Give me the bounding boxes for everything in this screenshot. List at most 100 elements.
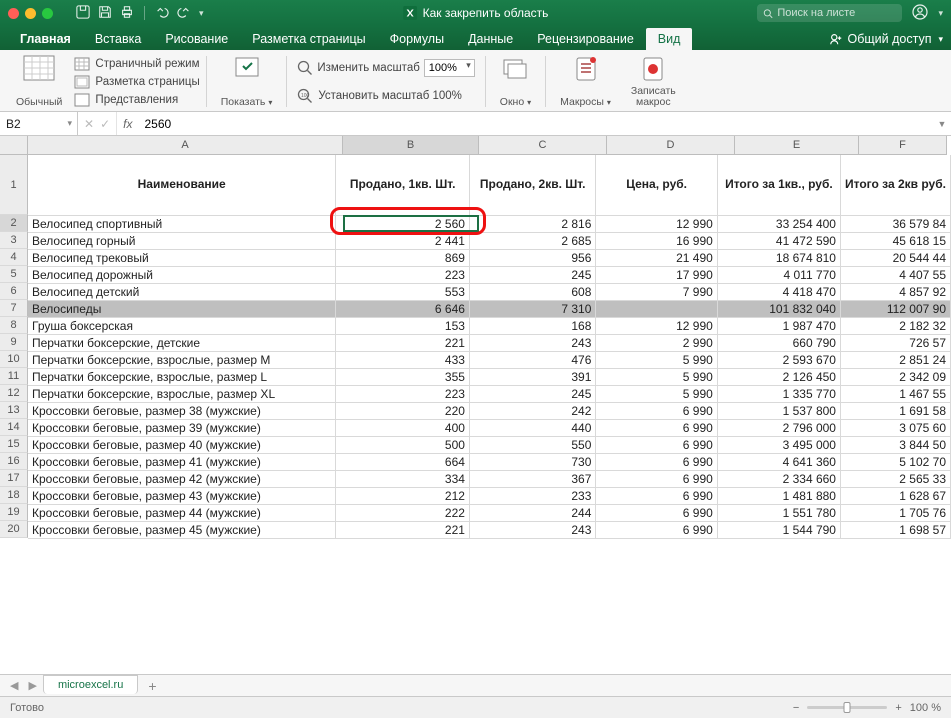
cell[interactable]: 476: [469, 351, 595, 368]
cell[interactable]: 220: [336, 402, 470, 419]
cell[interactable]: 1 467 55: [840, 385, 950, 402]
tab-page-layout[interactable]: Разметка страницы: [240, 28, 377, 50]
tab-draw[interactable]: Рисование: [153, 28, 240, 50]
show-dropdown[interactable]: Показать ▾: [213, 54, 281, 109]
tab-data[interactable]: Данные: [456, 28, 525, 50]
cell[interactable]: 2 685: [469, 232, 595, 249]
cell[interactable]: 6 990: [596, 453, 717, 470]
cell[interactable]: 6 990: [596, 419, 717, 436]
cell[interactable]: Кроссовки беговые, размер 42 (мужские): [28, 470, 336, 487]
sheet-tab[interactable]: microexcel.ru: [43, 675, 138, 694]
row-header-14[interactable]: 14: [0, 419, 28, 436]
accept-formula-icon[interactable]: ✓: [100, 117, 110, 131]
row-header-8[interactable]: 8: [0, 317, 28, 334]
cell[interactable]: 223: [336, 385, 470, 402]
header-cell[interactable]: Наименование: [28, 155, 336, 215]
sheet-nav-prev[interactable]: ◀: [6, 679, 22, 692]
row-header-13[interactable]: 13: [0, 402, 28, 419]
tab-insert[interactable]: Вставка: [83, 28, 153, 50]
cell[interactable]: 168: [469, 317, 595, 334]
cell[interactable]: Кроссовки беговые, размер 44 (мужские): [28, 504, 336, 521]
zoom-100-button[interactable]: 100 Установить масштаб 100%: [297, 87, 474, 105]
undo-icon[interactable]: [155, 5, 169, 22]
cell[interactable]: 2 990: [596, 334, 717, 351]
cell[interactable]: 1 705 76: [840, 504, 950, 521]
cell[interactable]: [596, 300, 717, 317]
cell[interactable]: 608: [469, 283, 595, 300]
cell[interactable]: 20 544 44: [840, 249, 950, 266]
row-header-16[interactable]: 16: [0, 453, 28, 470]
cell[interactable]: Перчатки боксерские, взрослые, размер XL: [28, 385, 336, 402]
cell[interactable]: Велосипед детский: [28, 283, 336, 300]
cell[interactable]: 222: [336, 504, 470, 521]
header-cell[interactable]: Итого за 1кв., руб.: [717, 155, 840, 215]
cell[interactable]: 17 990: [596, 266, 717, 283]
user-icon[interactable]: [912, 4, 928, 23]
zoom-in-button[interactable]: +: [895, 702, 901, 714]
cell[interactable]: Велосипед горный: [28, 232, 336, 249]
cell[interactable]: 730: [469, 453, 595, 470]
cell[interactable]: 243: [469, 334, 595, 351]
cell[interactable]: 1 691 58: [840, 402, 950, 419]
minimize-window[interactable]: [25, 8, 36, 19]
page-layout-view[interactable]: Разметка страницы: [74, 74, 199, 90]
header-cell[interactable]: Продано, 1кв. Шт.: [336, 155, 470, 215]
cell[interactable]: 21 490: [596, 249, 717, 266]
cell[interactable]: 233: [469, 487, 595, 504]
cell[interactable]: 153: [336, 317, 470, 334]
cell[interactable]: 391: [469, 368, 595, 385]
zoom-slider[interactable]: [807, 706, 887, 709]
page-break-preview[interactable]: Страничный режим: [74, 56, 199, 72]
search-input[interactable]: [777, 7, 896, 19]
cell[interactable]: 3 495 000: [717, 436, 840, 453]
close-window[interactable]: [8, 8, 19, 19]
cell[interactable]: 1 698 57: [840, 521, 950, 538]
cell[interactable]: 6 646: [336, 300, 470, 317]
cell[interactable]: 1 335 770: [717, 385, 840, 402]
cell[interactable]: 2 851 24: [840, 351, 950, 368]
cell[interactable]: 244: [469, 504, 595, 521]
cell[interactable]: 221: [336, 521, 470, 538]
cell[interactable]: 500: [336, 436, 470, 453]
tab-view[interactable]: Вид: [646, 28, 693, 50]
share-button[interactable]: Общий доступ▾: [829, 32, 943, 50]
cell[interactable]: 3 075 60: [840, 419, 950, 436]
cell[interactable]: 12 990: [596, 215, 717, 232]
cell[interactable]: 33 254 400: [717, 215, 840, 232]
cell[interactable]: 553: [336, 283, 470, 300]
cell[interactable]: 334: [336, 470, 470, 487]
cell[interactable]: 6 990: [596, 521, 717, 538]
row-header-17[interactable]: 17: [0, 470, 28, 487]
cell[interactable]: 41 472 590: [717, 232, 840, 249]
cell[interactable]: 6 990: [596, 402, 717, 419]
cell[interactable]: 2 560: [336, 215, 470, 232]
column-header-E[interactable]: E: [735, 136, 859, 155]
column-header-B[interactable]: B: [343, 136, 479, 155]
cell[interactable]: 440: [469, 419, 595, 436]
cell[interactable]: 4 418 470: [717, 283, 840, 300]
cell[interactable]: 2 182 32: [840, 317, 950, 334]
cell[interactable]: 726 57: [840, 334, 950, 351]
cell[interactable]: 5 990: [596, 351, 717, 368]
cell[interactable]: Перчатки боксерские, взрослые, размер M: [28, 351, 336, 368]
cell[interactable]: 2 126 450: [717, 368, 840, 385]
cell[interactable]: Перчатки боксерские, детские: [28, 334, 336, 351]
redo-icon[interactable]: [177, 5, 191, 22]
cell[interactable]: 1 987 470: [717, 317, 840, 334]
cell[interactable]: 101 832 040: [717, 300, 840, 317]
cell[interactable]: 4 407 55: [840, 266, 950, 283]
autosave-icon[interactable]: [76, 5, 90, 22]
cell[interactable]: 367: [469, 470, 595, 487]
cell[interactable]: 4 857 92: [840, 283, 950, 300]
row-header-4[interactable]: 4: [0, 249, 28, 266]
cell[interactable]: Перчатки боксерские, взрослые, размер L: [28, 368, 336, 385]
cell[interactable]: 6 990: [596, 470, 717, 487]
sheet-nav-next[interactable]: ▶: [24, 679, 40, 692]
cell[interactable]: Велосипеды: [28, 300, 336, 317]
cell[interactable]: Кроссовки беговые, размер 41 (мужские): [28, 453, 336, 470]
cell[interactable]: 550: [469, 436, 595, 453]
column-header-C[interactable]: C: [479, 136, 607, 155]
cell[interactable]: 433: [336, 351, 470, 368]
cell[interactable]: 1 537 800: [717, 402, 840, 419]
column-header-F[interactable]: F: [859, 136, 947, 155]
